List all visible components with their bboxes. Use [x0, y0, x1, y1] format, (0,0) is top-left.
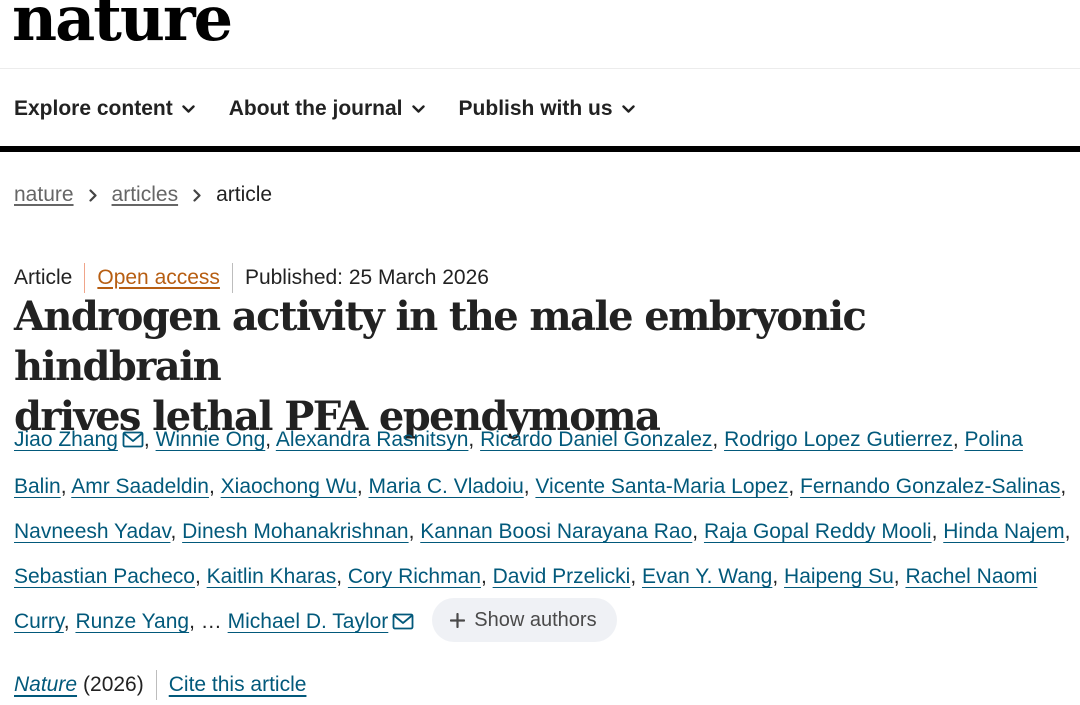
nav-item-label: Explore content — [14, 97, 173, 120]
nature-logo[interactable]: nature — [12, 0, 233, 50]
mail-icon[interactable] — [122, 419, 144, 464]
journal-link[interactable]: Nature — [14, 673, 77, 697]
meta-divider — [84, 263, 86, 293]
author-link[interactable]: Alexandra Rasnitsyn — [276, 428, 469, 451]
chevron-right-icon — [88, 188, 97, 202]
author-link[interactable]: Kaitlin Kharas — [207, 565, 337, 588]
chevron-down-icon — [182, 104, 195, 114]
article-title-line-1: Androgen activity in the male embryonic … — [14, 293, 867, 390]
author-link[interactable]: David Przelicki — [493, 565, 631, 588]
author-link[interactable]: Evan Y. Wang — [642, 565, 772, 588]
author-link[interactable]: Ricardo Daniel Gonzalez — [480, 428, 712, 451]
author-link[interactable]: Amr Saadeldin — [71, 475, 209, 498]
nav-item-label: Publish with us — [458, 97, 613, 120]
author-link[interactable]: Xiaochong Wu — [221, 475, 357, 498]
author-link[interactable]: Rodrigo Lopez Gutierrez — [724, 428, 953, 451]
author-link[interactable]: Vicente Santa-Maria Lopez — [535, 475, 788, 498]
author-link[interactable]: Raja Gopal Reddy Mooli — [704, 520, 932, 543]
breadcrumb-nature[interactable]: nature — [14, 183, 74, 207]
open-access-link[interactable]: Open access — [97, 266, 220, 290]
authors-ellipsis: … — [200, 610, 222, 633]
nav-item-label: About the journal — [228, 97, 403, 120]
author-link[interactable]: Dinesh Mohanakrishnan — [182, 520, 408, 543]
author-link[interactable]: Navneesh Yadav — [14, 520, 170, 543]
show-authors-label: Show authors — [474, 608, 597, 631]
author-link[interactable]: Jiao Zhang — [14, 428, 118, 451]
meta-divider — [231, 263, 233, 293]
author-link[interactable]: Sebastian Pacheco — [14, 565, 195, 588]
chevron-right-icon — [193, 188, 201, 202]
chevron-down-icon — [411, 104, 425, 114]
nav-explore-content[interactable]: Explore content — [14, 97, 195, 121]
main-nav: Explore content About the journal Publis… — [14, 92, 669, 126]
breadcrumb: nature articles article — [14, 183, 272, 207]
chevron-down-icon — [621, 104, 635, 114]
citation-line: Nature (2026) Cite this article — [14, 670, 306, 700]
author-link-last[interactable]: Michael D. Taylor — [228, 610, 389, 633]
breadcrumb-current: article — [216, 183, 273, 206]
author-link[interactable]: Cory Richman — [348, 565, 481, 588]
author-link[interactable]: Maria C. Vladoiu — [369, 475, 524, 498]
plus-icon — [450, 612, 466, 628]
citation-year: (2026) — [83, 673, 144, 696]
cite-this-article-link[interactable]: Cite this article — [169, 673, 307, 697]
header-divider — [0, 68, 1080, 69]
author-link[interactable]: Fernando Gonzalez-Salinas — [800, 475, 1060, 498]
nav-about-the-journal[interactable]: About the journal — [229, 97, 425, 121]
author-link[interactable]: Hinda Najem — [943, 520, 1064, 543]
breadcrumb-articles[interactable]: articles — [112, 183, 179, 207]
author-link[interactable]: Runze Yang — [75, 610, 189, 633]
article-meta: Article Open access Published: 25 March … — [14, 263, 489, 293]
author-link[interactable]: Haipeng Su — [784, 565, 894, 588]
author-list: Jiao Zhang, Winnie Ong, Alexandra Rasnit… — [14, 417, 1076, 646]
article-type: Article — [14, 266, 73, 289]
author-link[interactable]: Kannan Boosi Narayana Rao — [420, 520, 692, 543]
citation-divider — [155, 670, 157, 700]
nav-divider — [0, 146, 1080, 152]
author-link[interactable]: Winnie Ong — [156, 428, 266, 451]
published-date: Published: 25 March 2026 — [244, 266, 489, 289]
mail-icon[interactable] — [392, 601, 414, 646]
nav-publish-with-us[interactable]: Publish with us — [459, 97, 635, 121]
show-authors-button[interactable]: Show authors — [432, 598, 617, 643]
